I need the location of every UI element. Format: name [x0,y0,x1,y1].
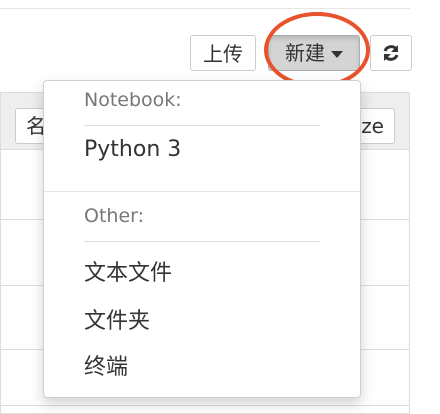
notebook-section-header: Notebook: [84,89,182,111]
refresh-button[interactable] [370,35,412,71]
new-dropdown-menu: Notebook: Python 3 Other: 文本文件 文件夹 终端 [43,80,361,398]
upload-button-label: 上传 [203,42,243,66]
menu-item-text-file[interactable]: 文本文件 [84,255,344,287]
new-button-label: 新建 [285,41,325,65]
menu-divider [44,191,360,192]
size-column-label: ze [361,114,384,138]
other-section-header: Other: [84,205,145,227]
new-dropdown-button[interactable]: 新建 [268,35,360,71]
menu-item-folder[interactable]: 文件夹 [84,303,344,335]
caret-down-icon [331,50,343,58]
menu-item-terminal[interactable]: 终端 [84,349,344,381]
top-divider [0,8,410,9]
menu-item-python3[interactable]: Python 3 [84,137,344,162]
upload-button[interactable]: 上传 [190,35,256,71]
menu-divider [84,241,320,242]
menu-divider [84,125,320,126]
refresh-icon [383,45,399,61]
row-divider [1,405,409,406]
jupyter-file-browser: 上传 新建 名 ze Notebook: Python 3 Other: 文本文… [0,0,440,414]
